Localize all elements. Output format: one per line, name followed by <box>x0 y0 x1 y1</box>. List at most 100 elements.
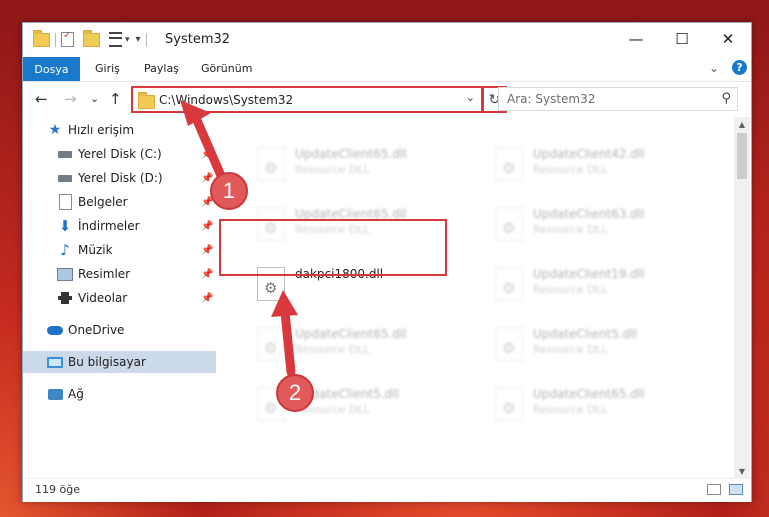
scroll-up-icon[interactable]: ▲ <box>734 117 750 131</box>
drive-icon <box>57 146 73 162</box>
pin-icon: 📌 <box>201 268 214 280</box>
nav-quick-access[interactable]: ★ Hızlı erişim <box>23 119 216 141</box>
file-name: UpdateClient63.dll <box>533 207 645 221</box>
tab-home[interactable]: Giriş <box>95 62 120 75</box>
folder-icon <box>33 29 50 47</box>
dll-file-icon <box>257 327 285 361</box>
file-type: Resource DLL <box>295 163 370 176</box>
nav-item-videos[interactable]: Videolar 📌 <box>23 287 216 309</box>
file-type: Resource DLL <box>533 403 608 416</box>
file-item[interactable]: UpdateClient5.dll Resource DLL <box>482 323 702 369</box>
forward-button[interactable]: → <box>64 90 77 108</box>
up-button[interactable]: ↑ <box>109 90 122 108</box>
file-name: UpdateClient65.dll <box>295 147 407 161</box>
new-folder-icon[interactable] <box>83 29 100 47</box>
navigation-pane: ★ Hızlı erişim Yerel Disk (C:) 📌 Yerel D… <box>23 117 216 478</box>
file-name: UpdateClient65.dll <box>533 387 645 401</box>
title-bar: ▾ ▾ System32 — ☐ ✕ <box>23 23 751 57</box>
file-name: UpdateClient42.dll <box>533 147 645 161</box>
maximize-button[interactable]: ☐ <box>659 23 705 55</box>
details-view-icon[interactable] <box>707 484 721 495</box>
address-bar[interactable]: C:\Windows\System32 ⌄ <box>131 86 483 113</box>
nav-item-local-disk-c[interactable]: Yerel Disk (C:) 📌 <box>23 143 216 165</box>
videos-icon <box>57 290 73 306</box>
step-1-badge: 1 <box>210 172 248 210</box>
nav-item-onedrive[interactable]: OneDrive <box>23 319 216 341</box>
large-icons-view-icon[interactable] <box>729 484 743 495</box>
help-icon[interactable]: ? <box>732 60 747 75</box>
step-2-badge: 2 <box>276 374 314 412</box>
pin-icon: 📌 <box>201 244 214 256</box>
chevron-down-icon[interactable]: ▾ <box>125 35 130 45</box>
dll-file-icon <box>495 327 523 361</box>
recent-locations-button[interactable]: ⌄ <box>90 92 99 105</box>
scroll-thumb[interactable] <box>737 133 747 179</box>
ribbon-tabs: Dosya Giriş Paylaş Görünüm ⌄ ? <box>23 57 751 81</box>
view-options-icon[interactable] <box>109 32 122 47</box>
search-input[interactable]: Ara: System32 ⚲ <box>498 87 738 111</box>
quick-access-toolbar: ▾ ▾ <box>33 29 152 47</box>
nav-item-pictures[interactable]: Resimler 📌 <box>23 263 216 285</box>
item-count: 119 öğe <box>35 483 80 496</box>
nav-item-documents[interactable]: Belgeler 📌 <box>23 191 216 213</box>
expand-ribbon-icon[interactable]: ⌄ <box>709 61 719 75</box>
file-name: UpdateClient5.dll <box>533 327 637 341</box>
download-icon: ⬇ <box>58 217 72 235</box>
nav-label: Resimler <box>78 267 131 281</box>
file-item[interactable]: UpdateClient65.dll Resource DLL <box>244 323 464 369</box>
tab-share[interactable]: Paylaş <box>144 62 179 75</box>
nav-label: Hızlı erişim <box>68 123 135 137</box>
nav-item-music[interactable]: ♪ Müzik 📌 <box>23 239 216 261</box>
customize-toolbar-icon[interactable]: ▾ <box>136 34 141 45</box>
file-list: UpdateClient65.dll Resource DLL UpdateCl… <box>224 117 734 478</box>
nav-label: İndirmeler <box>78 219 140 233</box>
properties-icon[interactable] <box>61 30 74 47</box>
tab-view[interactable]: Görünüm <box>201 62 252 75</box>
folder-icon <box>138 92 155 109</box>
file-type: Resource DLL <box>533 223 608 236</box>
address-path: C:\Windows\System32 <box>159 93 294 107</box>
file-item[interactable]: UpdateClient42.dll Resource DLL <box>482 143 702 189</box>
nav-label: Yerel Disk (C:) <box>78 147 162 161</box>
minimize-button[interactable]: — <box>613 23 659 55</box>
nav-item-downloads[interactable]: ⬇ İndirmeler 📌 <box>23 215 216 237</box>
star-icon: ★ <box>48 122 62 138</box>
nav-label: Yerel Disk (D:) <box>78 171 163 185</box>
drive-icon <box>57 170 73 186</box>
nav-item-this-pc[interactable]: Bu bilgisayar <box>23 351 216 373</box>
file-item[interactable]: UpdateClient65.dll Resource DLL <box>244 143 464 189</box>
search-icon[interactable]: ⚲ <box>721 91 731 106</box>
back-button[interactable]: ← <box>35 90 48 108</box>
nav-label: Ağ <box>68 387 84 401</box>
window-title: System32 <box>165 32 231 47</box>
pin-icon: 📌 <box>201 292 214 304</box>
file-type: Resource DLL <box>533 283 608 296</box>
vertical-scrollbar[interactable]: ▲ ▼ <box>734 117 750 478</box>
nav-label: Belgeler <box>78 195 128 209</box>
cloud-icon <box>47 322 63 338</box>
nav-item-local-disk-d[interactable]: Yerel Disk (D:) 📌 <box>23 167 216 189</box>
file-type: Resource DLL <box>533 163 608 176</box>
close-button[interactable]: ✕ <box>705 23 751 55</box>
dll-file-icon <box>495 207 523 241</box>
status-bar: 119 öğe <box>23 478 751 502</box>
dll-file-icon <box>495 147 523 181</box>
file-item[interactable]: UpdateClient63.dll Resource DLL <box>482 203 702 249</box>
highlight-box-file <box>219 219 447 276</box>
nav-label: Bu bilgisayar <box>68 355 146 369</box>
dll-file-icon <box>495 267 523 301</box>
dll-file-icon <box>495 387 523 421</box>
scroll-down-icon[interactable]: ▼ <box>734 464 750 478</box>
nav-label: Videolar <box>78 291 128 305</box>
file-item[interactable]: UpdateClient65.dll Resource DLL <box>482 383 702 429</box>
music-icon: ♪ <box>60 241 70 259</box>
computer-icon <box>47 354 63 370</box>
file-item[interactable]: UpdateClient19.dll Resource DLL <box>482 263 702 309</box>
pin-icon: 📌 <box>201 148 214 160</box>
tab-file[interactable]: Dosya <box>23 57 80 81</box>
toolbar-divider <box>145 32 147 47</box>
nav-item-network[interactable]: Ağ <box>23 383 216 405</box>
file-type: Resource DLL <box>295 343 370 356</box>
chevron-down-icon[interactable]: ⌄ <box>466 91 475 104</box>
nav-label: Müzik <box>78 243 113 257</box>
